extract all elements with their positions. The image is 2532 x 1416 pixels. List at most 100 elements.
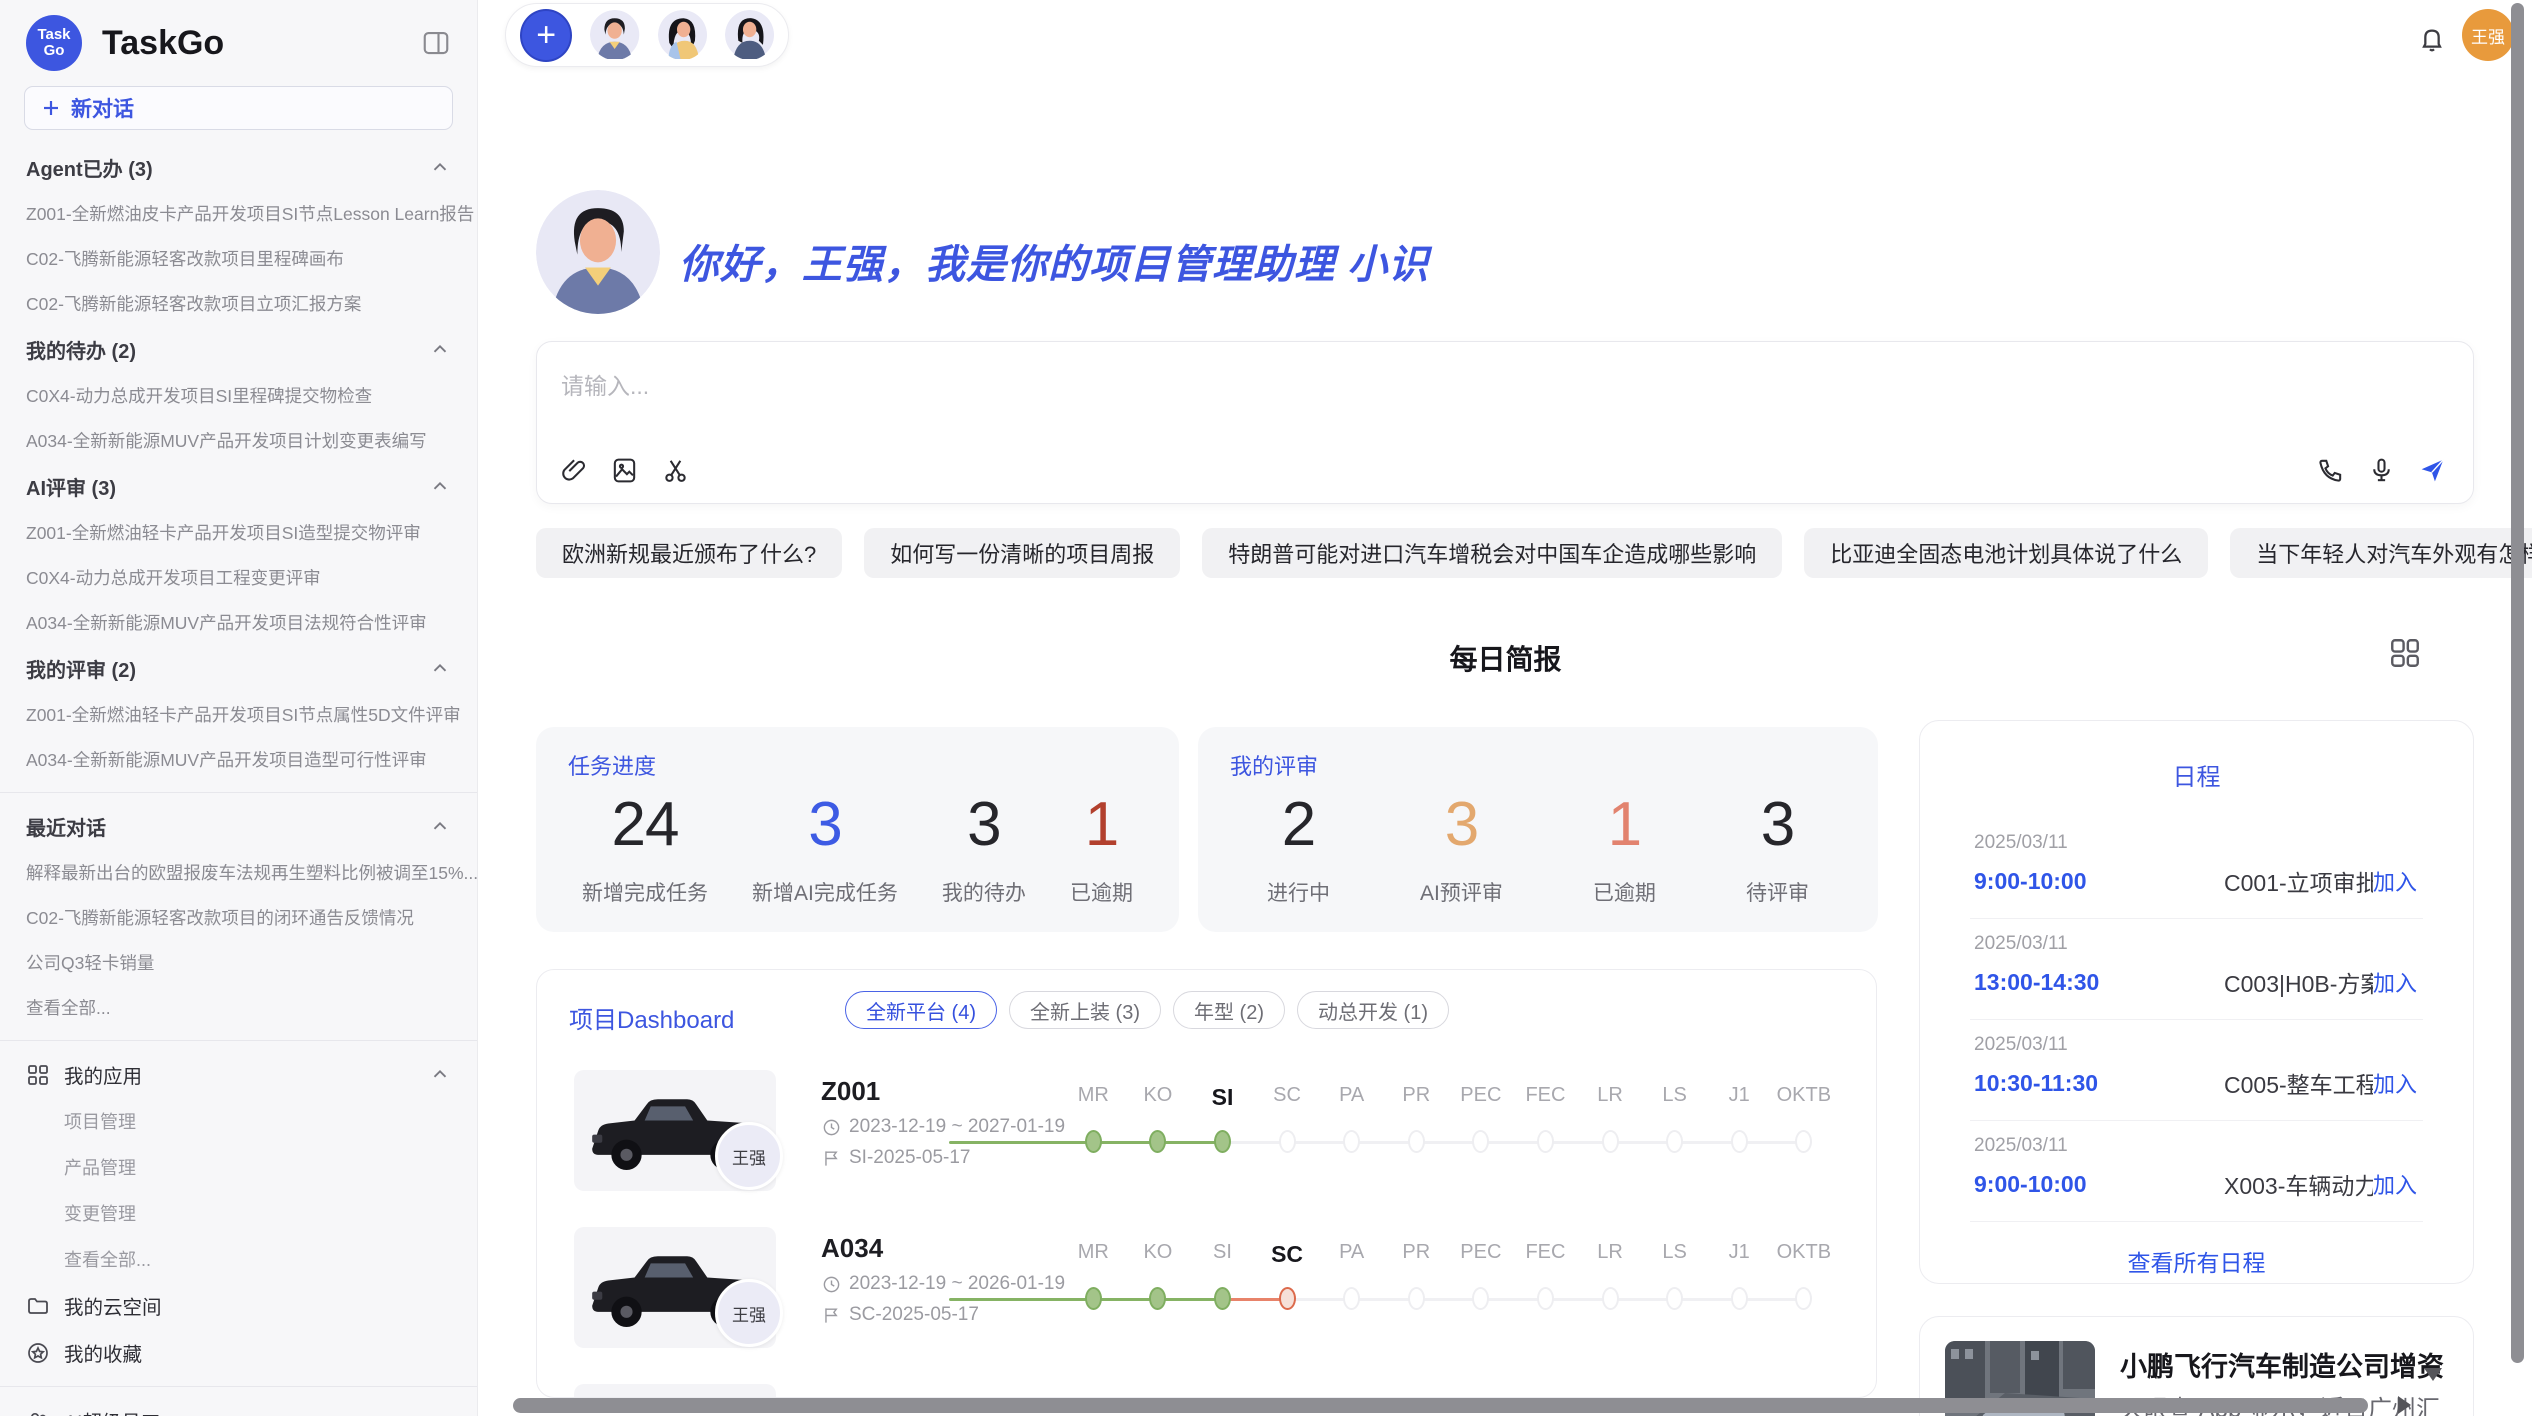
milestone-dot-done[interactable] — [1085, 1287, 1102, 1310]
section-agent-done[interactable]: Agent已办 (3) — [0, 144, 477, 191]
image-upload-icon[interactable] — [610, 456, 639, 485]
milestone-dot[interactable] — [1343, 1130, 1360, 1153]
recent-chat-view-all[interactable]: 查看全部... — [0, 985, 477, 1030]
project-code[interactable]: A034 — [821, 1233, 883, 1264]
milestone-dot-done[interactable] — [1214, 1287, 1231, 1310]
milestone-dot[interactable] — [1472, 1287, 1489, 1310]
milestone-dot[interactable] — [1408, 1130, 1425, 1153]
milestone-dot[interactable] — [1537, 1130, 1554, 1153]
milestone-dot-overdue[interactable] — [1279, 1287, 1296, 1310]
join-button[interactable]: 加入 — [2373, 865, 2417, 897]
sidebar-item[interactable]: Z001-全新燃油皮卡产品开发项目SI节点Lesson Learn报告 — [0, 191, 477, 236]
filter-tab[interactable]: 全新上装 (3) — [1009, 991, 1161, 1029]
section-my-todo[interactable]: 我的待办 (2) — [0, 326, 477, 373]
scroll-right-arrow[interactable] — [2398, 1396, 2411, 1414]
sidebar-item[interactable]: C02-飞腾新能源轻客改款项目里程碑画布 — [0, 236, 477, 281]
schedule-event[interactable]: 2025/03/11 9:00-10:00 C001-立项审批会 加入 — [1920, 818, 2473, 918]
milestone-dot[interactable] — [1279, 1130, 1296, 1153]
milestone-dot[interactable] — [1731, 1130, 1748, 1153]
sidebar-item[interactable]: C0X4-动力总成开发项目工程变更评审 — [0, 555, 477, 600]
milestone-dot[interactable] — [1408, 1287, 1425, 1310]
horizontal-scrollbar[interactable] — [513, 1398, 2368, 1413]
agent-avatar[interactable] — [590, 10, 639, 60]
microphone-icon[interactable] — [2367, 456, 2396, 485]
stat-pending-review[interactable]: 3待评审 — [1746, 789, 1809, 907]
user-avatar[interactable]: 王强 — [2462, 9, 2514, 61]
section-recent-chats[interactable]: 最近对话 — [0, 803, 477, 850]
milestone-dot[interactable] — [1731, 1287, 1748, 1310]
sidebar-item[interactable]: Z001-全新燃油轻卡产品开发项目SI造型提交物评审 — [0, 510, 477, 555]
phone-call-icon[interactable] — [2316, 456, 2345, 485]
notifications-bell-icon[interactable] — [2416, 24, 2448, 56]
stat-my-todo[interactable]: 3我的待办 — [942, 789, 1026, 907]
milestone-dot-done[interactable] — [1149, 1130, 1166, 1153]
stat-new-done[interactable]: 24新增完成任务 — [582, 789, 708, 907]
milestone-dot-done[interactable] — [1085, 1130, 1102, 1153]
milestone-dot[interactable] — [1795, 1287, 1812, 1310]
join-button[interactable]: 加入 — [2373, 966, 2417, 998]
schedule-event[interactable]: 2025/03/11 13:00-14:30 C003|H0B-方案冻结评审 加… — [1920, 919, 2473, 1019]
sidebar-item-favorites[interactable]: 我的收藏 — [0, 1329, 477, 1376]
sidebar-item-my-apps[interactable]: 我的应用 — [0, 1051, 477, 1098]
schedule-event[interactable]: 2025/03/11 9:00-10:00 X003-车辆动力学性能验... 加… — [1920, 1121, 2473, 1221]
scissors-icon[interactable] — [661, 456, 690, 485]
filter-tab[interactable]: 动总开发 (1) — [1297, 991, 1449, 1029]
agent-avatar[interactable] — [658, 10, 707, 60]
milestone-dot[interactable] — [1602, 1287, 1619, 1310]
sidebar-item[interactable]: A034-全新新能源MUV产品开发项目法规符合性评审 — [0, 600, 477, 645]
scroll-down-arrow[interactable] — [2424, 1368, 2442, 1381]
app-item-project-mgmt[interactable]: 项目管理 — [0, 1098, 477, 1144]
sidebar-item[interactable]: C02-飞腾新能源轻客改款项目立项汇报方案 — [0, 281, 477, 326]
view-all-schedule-link[interactable]: 查看所有日程 — [1920, 1244, 2473, 1278]
app-item-view-all[interactable]: 查看全部... — [0, 1236, 477, 1282]
layout-grid-icon[interactable] — [2388, 636, 2422, 670]
recent-chat-item[interactable]: 公司Q3轻卡销量 — [0, 940, 477, 985]
suggestion-chip[interactable]: 当下年轻人对汽车外观有怎样的喜好趋势 — [2230, 528, 2532, 578]
milestone-dot[interactable] — [1795, 1130, 1812, 1153]
vertical-scrollbar[interactable] — [2511, 3, 2524, 1363]
filter-tab[interactable]: 全新平台 (4) — [845, 991, 997, 1029]
milestone-dot[interactable] — [1537, 1287, 1554, 1310]
section-ai-review[interactable]: AI评审 (3) — [0, 463, 477, 510]
milestone-dot[interactable] — [1602, 1130, 1619, 1153]
suggestion-chip[interactable]: 特朗普可能对进口汽车增税会对中国车企造成哪些影响 — [1202, 528, 1782, 578]
milestone-dot-done[interactable] — [1149, 1287, 1166, 1310]
app-item-change-mgmt[interactable]: 变更管理 — [0, 1190, 477, 1236]
sidebar-item-ai-super-staff[interactable]: AI超级员工 — [0, 1397, 477, 1416]
section-my-review[interactable]: 我的评审 (2) — [0, 645, 477, 692]
milestone-dot-done[interactable] — [1214, 1130, 1231, 1153]
sidebar-item[interactable]: A034-全新新能源MUV产品开发项目造型可行性评审 — [0, 737, 477, 782]
chat-input[interactable] — [561, 364, 2161, 408]
stat-new-ai-done[interactable]: 3新增AI完成任务 — [752, 789, 898, 907]
suggestion-chip[interactable]: 比亚迪全固态电池计划具体说了什么 — [1804, 528, 2208, 578]
stat-overdue[interactable]: 1已逾期 — [1070, 789, 1133, 907]
add-agent-button[interactable]: + — [520, 9, 572, 62]
project-code[interactable]: Z001 — [821, 1076, 880, 1107]
suggestion-chip[interactable]: 欧洲新规最近颁布了什么? — [536, 528, 842, 578]
join-button[interactable]: 加入 — [2373, 1168, 2417, 1200]
recent-chat-item[interactable]: C02-飞腾新能源轻客改款项目的闭环通告反馈情况 — [0, 895, 477, 940]
stat-in-progress[interactable]: 2进行中 — [1267, 789, 1330, 907]
app-item-product-mgmt[interactable]: 产品管理 — [0, 1144, 477, 1190]
attachment-icon[interactable] — [559, 456, 588, 485]
join-button[interactable]: 加入 — [2373, 1067, 2417, 1099]
sidebar-item[interactable]: A034-全新新能源MUV产品开发项目计划变更表编写 — [0, 418, 477, 463]
recent-chat-item[interactable]: 解释最新出台的欧盟报废车法规再生塑料比例被调至15%... — [0, 850, 477, 895]
milestone-dot[interactable] — [1472, 1130, 1489, 1153]
stat-value: 1 — [1593, 789, 1656, 861]
agent-avatar[interactable] — [725, 10, 774, 60]
stat-review-overdue[interactable]: 1已逾期 — [1593, 789, 1656, 907]
send-icon[interactable] — [2418, 456, 2447, 485]
new-chat-button[interactable]: 新对话 — [24, 86, 453, 130]
milestone-dot[interactable] — [1666, 1130, 1683, 1153]
filter-tab[interactable]: 年型 (2) — [1173, 991, 1285, 1029]
sidebar-item[interactable]: Z001-全新燃油轻卡产品开发项目SI节点属性5D文件评审 — [0, 692, 477, 737]
schedule-event[interactable]: 2025/03/11 10:30-11:30 C005-整车工程目标评审 加入 — [1920, 1020, 2473, 1120]
sidebar-item[interactable]: C0X4-动力总成开发项目SI里程碑提交物检查 — [0, 373, 477, 418]
sidebar-item-cloud-space[interactable]: 我的云空间 — [0, 1282, 477, 1329]
stat-ai-prereview[interactable]: 3AI预评审 — [1420, 789, 1503, 907]
collapse-sidebar-icon[interactable] — [421, 28, 451, 58]
milestone-dot[interactable] — [1666, 1287, 1683, 1310]
milestone-dot[interactable] — [1343, 1287, 1360, 1310]
suggestion-chip[interactable]: 如何写一份清晰的项目周报 — [864, 528, 1180, 578]
